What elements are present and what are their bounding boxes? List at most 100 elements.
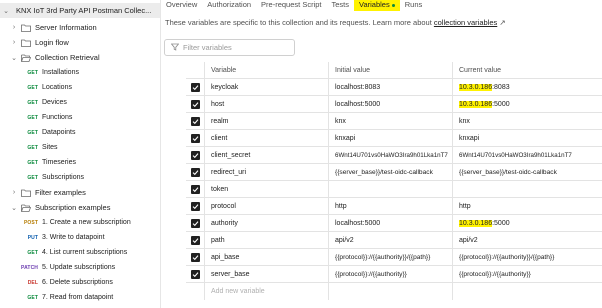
request-item[interactable]: GET Subscriptions <box>0 170 160 185</box>
row-enabled-checkbox[interactable] <box>190 270 200 279</box>
request-item[interactable]: GET Datapoints <box>0 125 160 140</box>
current-value[interactable]: knxapi <box>452 130 602 147</box>
current-value[interactable]: {{server_base}}/test-oidc-callback <box>452 164 602 181</box>
row-enabled-checkbox[interactable] <box>190 236 200 245</box>
chevron-right-icon[interactable]: › <box>10 39 18 47</box>
current-value-rest: http <box>459 203 471 210</box>
current-value[interactable]: 6Wnt14U701vs0HaWO3Ira9h01Lka1nT7 <box>452 147 602 164</box>
current-value[interactable]: 10.3.0.186:5000 <box>452 215 602 232</box>
request-item[interactable]: GET Sites <box>0 140 160 155</box>
request-item[interactable]: GET 7. Read from datapoint <box>0 290 160 305</box>
chevron-down-icon[interactable]: ⌄ <box>2 7 10 15</box>
current-value[interactable]: 10.3.0.186:8083 <box>452 79 602 96</box>
request-item[interactable]: POST 1. Create a new subscription <box>0 215 160 230</box>
row-enabled-checkbox[interactable] <box>190 83 200 92</box>
variable-name[interactable]: keycloak <box>204 79 328 96</box>
tab-overview[interactable]: Overview <box>161 0 202 11</box>
initial-value[interactable]: http <box>328 198 452 215</box>
variable-name[interactable]: client <box>204 130 328 147</box>
request-item[interactable]: GET Timeseries <box>0 155 160 170</box>
add-row-checkbox-cell <box>186 283 204 300</box>
variable-name[interactable]: path <box>204 232 328 249</box>
current-value[interactable]: {{protocol}}://{{authority}} <box>452 266 602 283</box>
initial-value[interactable]: {{protocol}}://{{authority}}/{{path}} <box>328 249 452 266</box>
tab-tests[interactable]: Tests <box>327 0 355 11</box>
initial-value[interactable]: localhost:8083 <box>328 79 452 96</box>
current-value[interactable]: {{protocol}}://{{authority}}/{{path}} <box>452 249 602 266</box>
filter-variables-input[interactable]: Filter variables <box>164 39 295 56</box>
request-item[interactable]: GET 4. List current subscriptions <box>0 245 160 260</box>
row-enabled-checkbox[interactable] <box>190 151 200 160</box>
modified-dot-icon <box>391 3 395 7</box>
tab-variables[interactable]: Variables <box>354 0 400 11</box>
tab-authorization[interactable]: Authorization <box>202 0 256 11</box>
current-value[interactable] <box>452 181 602 198</box>
variable-name[interactable]: api_base <box>204 249 328 266</box>
variable-name[interactable]: protocol <box>204 198 328 215</box>
request-item[interactable]: GET Functions <box>0 110 160 125</box>
current-value[interactable]: 10.3.0.186:5000 <box>452 96 602 113</box>
sidebar-folder-collection-retrieval[interactable]: ⌄ Collection Retrieval <box>0 50 160 65</box>
sidebar-collection[interactable]: ⌄ KNX IoT 3rd Party API Postman Collec..… <box>0 3 160 18</box>
variable-name[interactable]: client_secret <box>204 147 328 164</box>
initial-value[interactable]: {{protocol}}://{{authority}} <box>328 266 452 283</box>
variable-name[interactable]: redirect_uri <box>204 164 328 181</box>
folder-label: Collection Retrieval <box>35 53 100 62</box>
collection-variables-link[interactable]: collection variables <box>434 18 497 27</box>
filter-icon <box>170 43 180 53</box>
initial-value[interactable] <box>328 181 452 198</box>
row-enabled-checkbox[interactable] <box>190 185 200 194</box>
sidebar-folder-server-information[interactable]: › Server Information <box>0 20 160 35</box>
row-enabled-checkbox[interactable] <box>190 117 200 126</box>
add-new-variable-input[interactable]: Add new variable <box>204 283 328 300</box>
request-item[interactable]: PATCH 5. Update subscriptions <box>0 260 160 275</box>
request-method: DEL <box>27 279 38 286</box>
initial-value[interactable]: knxapi <box>328 130 452 147</box>
current-value-rest: knx <box>459 118 470 125</box>
variable-name[interactable]: server_base <box>204 266 328 283</box>
request-label: Locations <box>42 84 72 91</box>
table-row: client_secret 6Wnt14U701vs0HaWO3Ira9h01L… <box>186 147 602 164</box>
row-enabled-checkbox[interactable] <box>190 202 200 211</box>
chevron-right-icon[interactable]: › <box>10 189 18 197</box>
request-item[interactable]: GET Locations <box>0 80 160 95</box>
current-value[interactable]: knx <box>452 113 602 130</box>
sidebar-folder-login-flow[interactable]: › Login flow <box>0 35 160 50</box>
row-enabled-checkbox[interactable] <box>190 100 200 109</box>
chevron-right-icon[interactable]: › <box>10 24 18 32</box>
request-method: GET <box>27 159 38 166</box>
request-item[interactable]: PUT 3. Write to datapoint <box>0 230 160 245</box>
initial-value[interactable]: localhost:5000 <box>328 96 452 113</box>
chevron-down-icon[interactable]: ⌄ <box>10 204 18 212</box>
row-enabled-checkbox[interactable] <box>190 219 200 228</box>
add-current-value-cell[interactable] <box>452 283 602 300</box>
request-item[interactable]: DEL 6. Delete subscriptions <box>0 275 160 290</box>
row-enabled-checkbox[interactable] <box>190 168 200 177</box>
tab-prerequest-script[interactable]: Pre-request Script <box>256 0 326 11</box>
current-value[interactable]: api/v2 <box>452 232 602 249</box>
folder-label: Subscription examples <box>35 203 111 212</box>
row-enabled-checkbox[interactable] <box>190 134 200 143</box>
current-value-rest: :5000 <box>492 220 510 227</box>
variable-name[interactable]: authority <box>204 215 328 232</box>
current-value[interactable]: http <box>452 198 602 215</box>
sidebar-folder-filter-examples[interactable]: › Filter examples <box>0 185 160 200</box>
request-method: PATCH <box>21 264 38 271</box>
variable-name[interactable]: realm <box>204 113 328 130</box>
chevron-down-icon[interactable]: ⌄ <box>10 54 18 62</box>
initial-value[interactable]: api/v2 <box>328 232 452 249</box>
variable-name[interactable]: host <box>204 96 328 113</box>
initial-value[interactable]: localhost:5000 <box>328 215 452 232</box>
initial-value[interactable]: {{server_base}}/test-oidc-callback <box>328 164 452 181</box>
table-row: protocol http http <box>186 198 602 215</box>
row-enabled-checkbox[interactable] <box>190 253 200 262</box>
initial-value[interactable]: knx <box>328 113 452 130</box>
request-item[interactable]: GET Installations <box>0 65 160 80</box>
request-item[interactable]: GET Devices <box>0 95 160 110</box>
sidebar-folder-subscription-examples[interactable]: ⌄ Subscription examples <box>0 200 160 215</box>
variable-name[interactable]: token <box>204 181 328 198</box>
initial-value[interactable]: 6Wnt14U701vs0HaWO3Ira9h01Lka1nT7 <box>328 147 452 164</box>
table-header: Variable Initial value Current value <box>186 62 602 79</box>
tab-runs[interactable]: Runs <box>400 0 428 11</box>
add-initial-value-cell[interactable] <box>328 283 452 300</box>
